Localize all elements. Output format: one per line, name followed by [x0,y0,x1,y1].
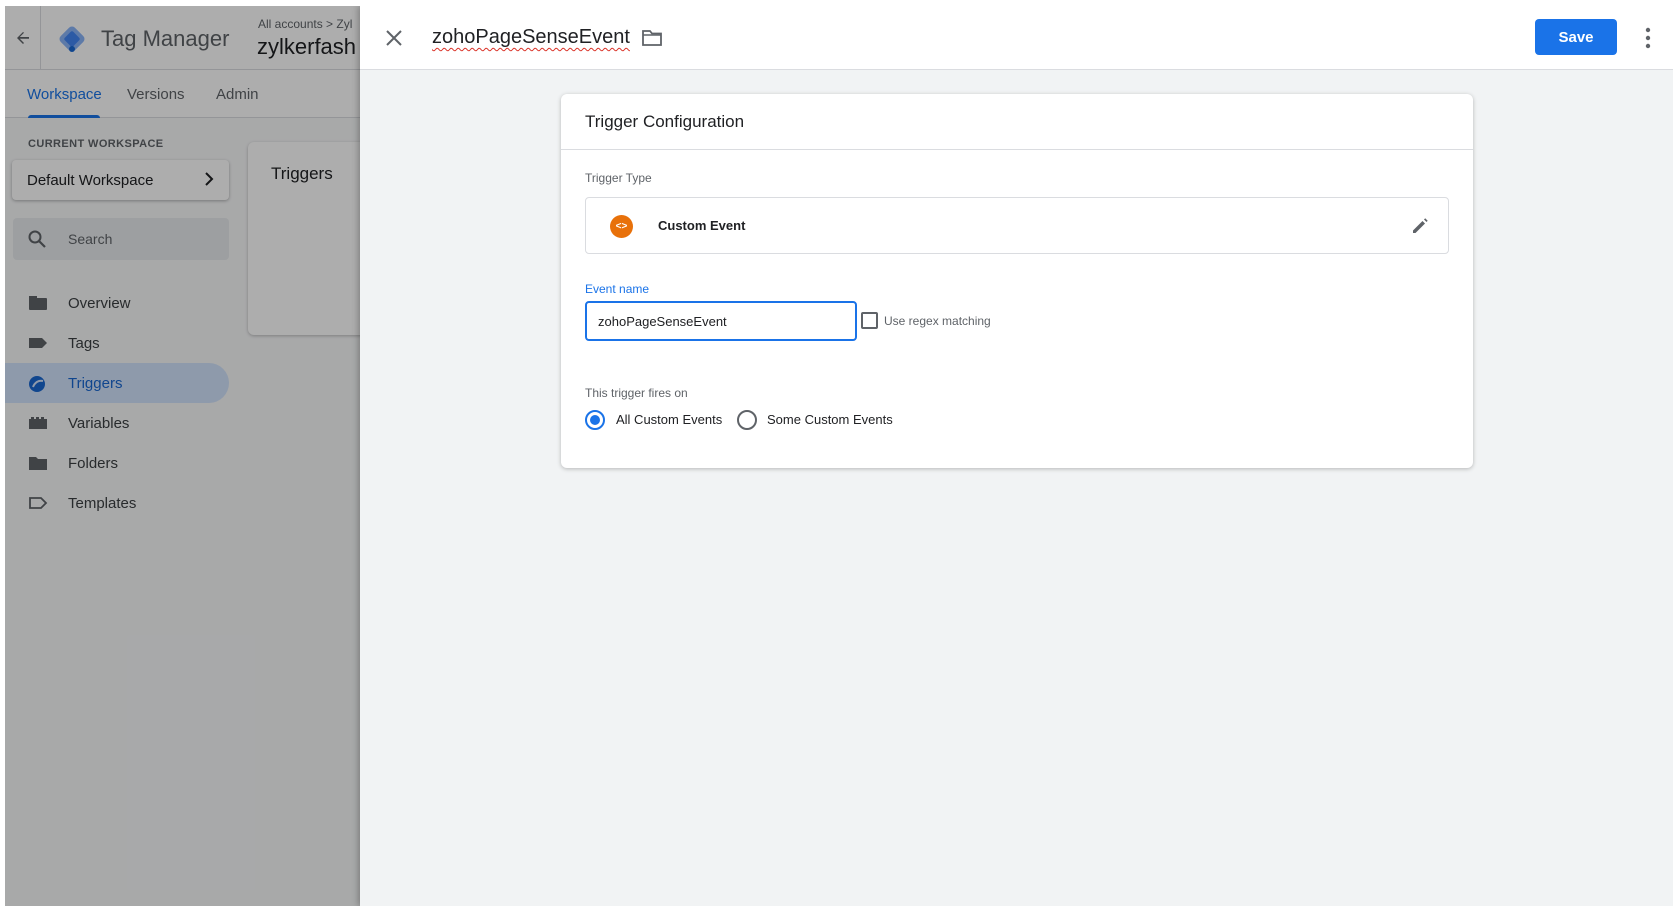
event-name-label: Event name [585,282,650,296]
radio-all-custom-events[interactable] [585,410,605,430]
save-button[interactable]: Save [1535,19,1617,55]
folder-icon[interactable] [641,28,663,48]
custom-event-icon: <> [610,215,633,238]
trigger-configuration-card: Trigger Configuration Trigger Type <> Cu… [561,94,1473,468]
modal-scrim[interactable] [5,6,360,906]
config-title: Trigger Configuration [585,112,745,131]
trigger-name-title[interactable]: zohoPageSenseEvent [432,26,630,49]
trigger-editor-sheet: zohoPageSenseEvent Save Trigger Configur… [360,6,1673,906]
trigger-type-name: Custom Event [658,218,746,233]
radio-label-some: Some Custom Events [767,412,893,427]
sheet-header: zohoPageSenseEvent Save [360,6,1673,70]
radio-label-all: All Custom Events [616,412,723,427]
trigger-type-selector[interactable]: <> Custom Event [585,197,1449,254]
trigger-type-label: Trigger Type [585,171,652,185]
more-vert-icon[interactable] [1636,24,1660,52]
fires-on-label: This trigger fires on [585,386,688,400]
event-name-input[interactable] [585,301,857,341]
divider [561,149,1473,150]
radio-some-custom-events[interactable] [737,410,757,430]
edit-pencil-icon[interactable] [1410,216,1430,236]
close-icon[interactable] [382,26,406,50]
screen: Tag Manager All accounts > Zyl zylkerfas… [5,6,1673,906]
regex-checkbox[interactable] [861,312,878,329]
regex-label: Use regex matching [884,314,991,328]
